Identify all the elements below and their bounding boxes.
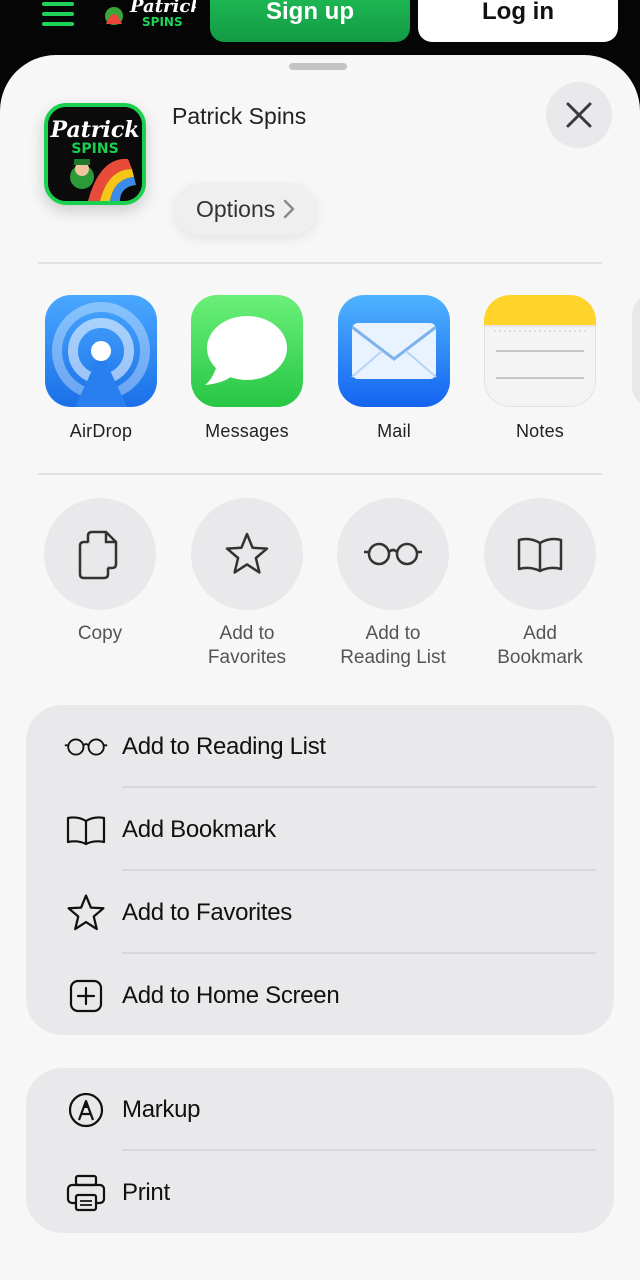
patrick-spins-logo[interactable]: Patrick SPINS bbox=[100, 0, 203, 34]
svg-text:SPINS: SPINS bbox=[142, 15, 183, 29]
sheet-grabber[interactable] bbox=[289, 63, 347, 70]
share-app-airdrop[interactable]: AirDrop bbox=[45, 295, 157, 442]
mail-icon bbox=[338, 295, 450, 407]
action-add-bookmark[interactable]: Add Bookmark bbox=[484, 498, 596, 670]
action-label: Add to Reading List bbox=[340, 623, 446, 668]
book-icon bbox=[517, 537, 563, 573]
action-list-group: Markup Print bbox=[26, 1068, 614, 1233]
airdrop-icon bbox=[45, 295, 157, 407]
options-label: Options bbox=[196, 195, 276, 222]
svg-text:SPINS: SPINS bbox=[71, 141, 118, 157]
options-button[interactable]: Options bbox=[174, 183, 318, 235]
glasses-icon bbox=[64, 737, 108, 756]
list-item-add-to-reading-list[interactable]: Add to Reading List bbox=[26, 705, 614, 788]
list-item-markup[interactable]: Markup bbox=[26, 1068, 614, 1151]
share-app-messages[interactable]: Messages bbox=[191, 295, 303, 442]
shared-app-title: Patrick Spins bbox=[172, 103, 307, 129]
glasses-icon bbox=[364, 542, 422, 566]
close-button[interactable] bbox=[546, 82, 612, 148]
action-list-group: Add to Reading List Add Bookmark Add to … bbox=[26, 705, 614, 1035]
list-item-label: Print bbox=[122, 1178, 170, 1206]
list-item-print[interactable]: Print bbox=[26, 1151, 614, 1234]
list-item-add-bookmark[interactable]: Add Bookmark bbox=[26, 788, 614, 871]
action-add-to-reading-list[interactable]: Add to Reading List bbox=[337, 498, 449, 670]
action-label: Copy bbox=[77, 623, 123, 644]
action-label: Add Bookmark bbox=[497, 623, 583, 668]
signup-button[interactable]: Sign up bbox=[210, 0, 410, 42]
share-app-next-peek[interactable] bbox=[632, 295, 640, 407]
notes-icon bbox=[484, 295, 596, 407]
action-add-to-favorites[interactable]: Add to Favorites bbox=[191, 498, 303, 670]
list-item-label: Add to Favorites bbox=[122, 898, 292, 926]
share-app-mail[interactable]: Mail bbox=[338, 295, 450, 442]
app-icon-patrick-spins: Patrick SPINS bbox=[44, 103, 146, 205]
share-app-notes[interactable]: Notes bbox=[484, 295, 596, 442]
plus-square-icon bbox=[69, 979, 103, 1012]
copy-icon bbox=[78, 530, 118, 580]
printer-icon bbox=[66, 1174, 106, 1211]
list-item-add-to-favorites[interactable]: Add to Favorites bbox=[26, 871, 614, 954]
star-icon bbox=[225, 532, 269, 574]
list-item-label: Add to Reading List bbox=[122, 732, 326, 760]
list-item-label: Add to Home Screen bbox=[122, 981, 340, 1009]
app-label: AirDrop bbox=[69, 421, 133, 441]
book-icon bbox=[66, 815, 106, 845]
chevron-right-icon bbox=[284, 199, 295, 219]
divider bbox=[38, 262, 602, 264]
share-sheet: Patrick SPINS Patrick Spins Options AirD… bbox=[0, 55, 640, 1280]
app-label: Notes bbox=[515, 421, 565, 441]
app-label: Mail bbox=[377, 421, 411, 441]
site-header: Patrick SPINS Sign up Log in bbox=[0, 0, 640, 60]
messages-icon bbox=[191, 295, 303, 407]
list-item-add-to-home-screen[interactable]: Add to Home Screen bbox=[26, 954, 614, 1037]
hamburger-menu-icon[interactable] bbox=[42, 2, 74, 26]
star-icon bbox=[67, 893, 105, 930]
xmark-icon bbox=[566, 102, 592, 128]
action-label: Add to Favorites bbox=[207, 623, 287, 668]
svg-text:Patrick: Patrick bbox=[50, 117, 140, 143]
list-item-label: Add Bookmark bbox=[122, 815, 276, 843]
divider bbox=[38, 473, 602, 475]
login-button[interactable]: Log in bbox=[418, 0, 618, 42]
markup-icon bbox=[68, 1092, 104, 1127]
app-label: Messages bbox=[205, 421, 289, 441]
list-item-label: Markup bbox=[122, 1095, 201, 1123]
action-copy[interactable]: Copy bbox=[44, 498, 156, 646]
